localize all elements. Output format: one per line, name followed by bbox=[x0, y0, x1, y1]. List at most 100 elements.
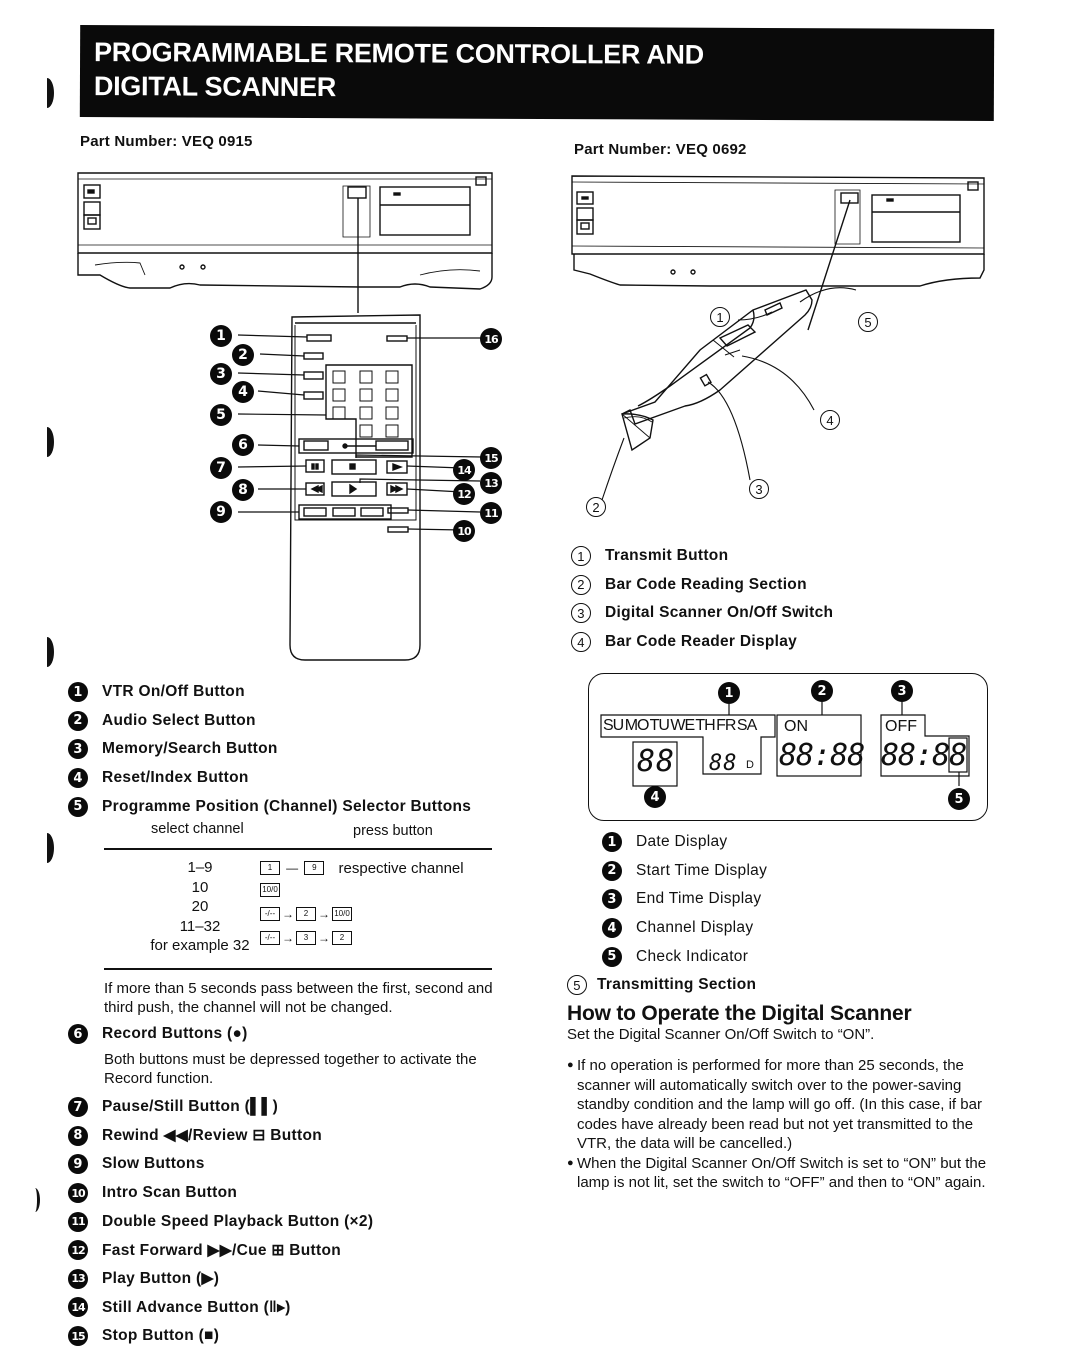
day-we: WE bbox=[670, 717, 695, 734]
weekday-indicator-row: SU MO TU WE TH FR SA bbox=[603, 717, 757, 735]
legend-label: Transmitting Section bbox=[597, 976, 757, 994]
callout-badge-3: 3 bbox=[210, 363, 232, 385]
key-icon: 9 bbox=[304, 861, 325, 876]
key-icon: 3 bbox=[296, 930, 316, 945]
lcd-callout-5: 5 bbox=[948, 788, 970, 810]
day-mo: MO bbox=[624, 717, 650, 734]
legend-label: Bar Code Reading Section bbox=[605, 575, 807, 593]
legend-label: Still Advance Button (‖▸) bbox=[102, 1298, 291, 1316]
number-badge: 3 bbox=[571, 603, 591, 624]
vtr-unit-drawing bbox=[571, 175, 985, 287]
callout-badge-5: 5 bbox=[210, 404, 232, 426]
divider bbox=[104, 848, 492, 850]
legend-item: 13 Play Button (▶) bbox=[68, 1265, 508, 1294]
legend-item: 9 Slow Buttons bbox=[68, 1150, 508, 1179]
callout-badge-14: 14 bbox=[453, 459, 475, 481]
legend-label: End Time Display bbox=[636, 890, 762, 908]
number-badge: 13 bbox=[68, 1268, 88, 1289]
legend-label: Record Buttons (●) bbox=[102, 1025, 248, 1043]
column-header-press-button: press button bbox=[353, 823, 433, 839]
legend-label: VTR On/Off Button bbox=[102, 683, 245, 701]
number-badge: 5 bbox=[567, 975, 587, 996]
channel-value: 10 bbox=[191, 878, 209, 896]
timeout-note: If more than 5 seconds pass between the … bbox=[104, 980, 493, 1016]
arrow-right-icon: → bbox=[318, 930, 330, 945]
legend-item: 10 Intro Scan Button bbox=[68, 1179, 508, 1208]
key-icon: -/-- bbox=[260, 906, 280, 921]
day-th: TH bbox=[695, 717, 715, 734]
callout-badge-8: 8 bbox=[232, 479, 254, 501]
binder-hole-mark bbox=[40, 78, 54, 108]
number-badge: 2 bbox=[571, 574, 591, 595]
lcd-callout-4: 4 bbox=[644, 786, 666, 808]
number-badge: 4 bbox=[571, 632, 591, 653]
number-badge: 3 bbox=[602, 889, 622, 910]
legend-label: Date Display bbox=[636, 833, 728, 851]
number-badge: 4 bbox=[602, 918, 622, 939]
section-heading: How to Operate the Digital Scanner bbox=[567, 1002, 912, 1025]
legend-label: Fast Forward ▶▶/Cue ⊞ Button bbox=[102, 1241, 341, 1259]
number-badge: 2 bbox=[602, 860, 622, 881]
number-badge: 10 bbox=[68, 1183, 88, 1204]
scanner-legend: 1 Transmit Button 2 Bar Code Reading Secti… bbox=[571, 542, 991, 656]
legend-item: 1 Transmit Button bbox=[571, 542, 991, 571]
legend-label: Digital Scanner On/Off Switch bbox=[605, 604, 834, 622]
legend-item: 2 Bar Code Reading Section bbox=[571, 571, 991, 600]
legend-label: Audio Select Button bbox=[102, 711, 256, 729]
number-badge: 6 bbox=[68, 1024, 88, 1045]
key-icon: 10/0 bbox=[332, 906, 352, 921]
vtr-remote-illustration bbox=[77, 172, 493, 661]
legend-item: 8 Rewind ◀◀/Review ⊟ Button bbox=[68, 1122, 508, 1151]
how-to-intro: Set the Digital Scanner On/Off Switch to… bbox=[567, 1026, 875, 1043]
off-time-digits: 88:88 bbox=[881, 738, 967, 773]
legend-label: Memory/Search Button bbox=[102, 740, 278, 758]
callout-badge-4: 4 bbox=[232, 381, 254, 403]
bullet-item: ● If no operation is performed for more t… bbox=[567, 1056, 987, 1154]
scanner-callout-2: 2 bbox=[586, 497, 606, 517]
on-label: ON bbox=[784, 718, 808, 735]
dash-icon: — bbox=[286, 861, 299, 876]
channel-value: for example 32 bbox=[150, 937, 250, 954]
legend-label: Programme Position (Channel) Selector Bu… bbox=[102, 797, 472, 815]
legend-item: 12 Fast Forward ▶▶/Cue ⊞ Button bbox=[68, 1236, 508, 1265]
vtr-scanner-illustration bbox=[571, 175, 985, 501]
arrow-right-icon: → bbox=[318, 906, 330, 921]
part-number-scanner: Part Number: VEQ 0692 bbox=[574, 141, 747, 158]
binder-hole-mark bbox=[30, 1188, 40, 1212]
key-sequence-32: -/-- → 3 → 2 bbox=[260, 929, 352, 947]
display-legend: 1 Date Display 2 Start Time Display 3 End T… bbox=[602, 828, 982, 971]
legend-item: 2 Start Time Display bbox=[602, 857, 982, 886]
binder-hole-mark bbox=[40, 637, 54, 667]
legend-item: 4 Channel Display bbox=[602, 914, 982, 943]
number-badge: 15 bbox=[68, 1326, 88, 1347]
channel-value: 20 bbox=[191, 898, 209, 915]
legend-label: Bar Code Reader Display bbox=[605, 633, 798, 651]
callout-badge-1: 1 bbox=[210, 325, 232, 347]
legend-item: 4 Reset/Index Button bbox=[68, 764, 508, 793]
key-sequence-1-9: 1 — 9 respective channel bbox=[260, 859, 464, 877]
number-badge: 5 bbox=[602, 946, 622, 967]
lcd-callout-3: 3 bbox=[891, 680, 913, 702]
title-line-1: PROGRAMMABLE REMOTE CONTROLLER AND bbox=[94, 37, 704, 70]
number-badge: 1 bbox=[68, 682, 88, 703]
day-fr: FR bbox=[716, 717, 736, 734]
key-icon: 2 bbox=[332, 930, 352, 945]
bullet-text: When the Digital Scanner On/Off Switch i… bbox=[577, 1154, 987, 1192]
legend-label: Play Button (▶) bbox=[102, 1270, 220, 1288]
scanner-callout-3: 3 bbox=[749, 479, 769, 499]
legend-item: 1 VTR On/Off Button bbox=[68, 678, 508, 707]
channel-value: 11–32 bbox=[179, 917, 221, 935]
channel-values-column: 1–9 10 20 11–32 for example 32 bbox=[140, 858, 260, 956]
number-badge: 9 bbox=[68, 1154, 88, 1175]
key-icon: 2 bbox=[296, 906, 316, 921]
callout-badge-6: 6 bbox=[232, 434, 254, 456]
off-label: OFF bbox=[885, 718, 917, 735]
number-badge: 14 bbox=[68, 1297, 88, 1318]
legend-label: Start Time Display bbox=[636, 861, 768, 879]
legend-label: Rewind ◀◀/Review ⊟ Button bbox=[102, 1127, 323, 1145]
column-header-select-channel: select channel bbox=[151, 821, 244, 837]
bullet-text: If no operation is performed for more th… bbox=[577, 1057, 982, 1152]
number-badge: 8 bbox=[68, 1125, 88, 1146]
date-digits: 88 bbox=[709, 751, 738, 776]
legend-item: 3 End Time Display bbox=[602, 885, 982, 914]
